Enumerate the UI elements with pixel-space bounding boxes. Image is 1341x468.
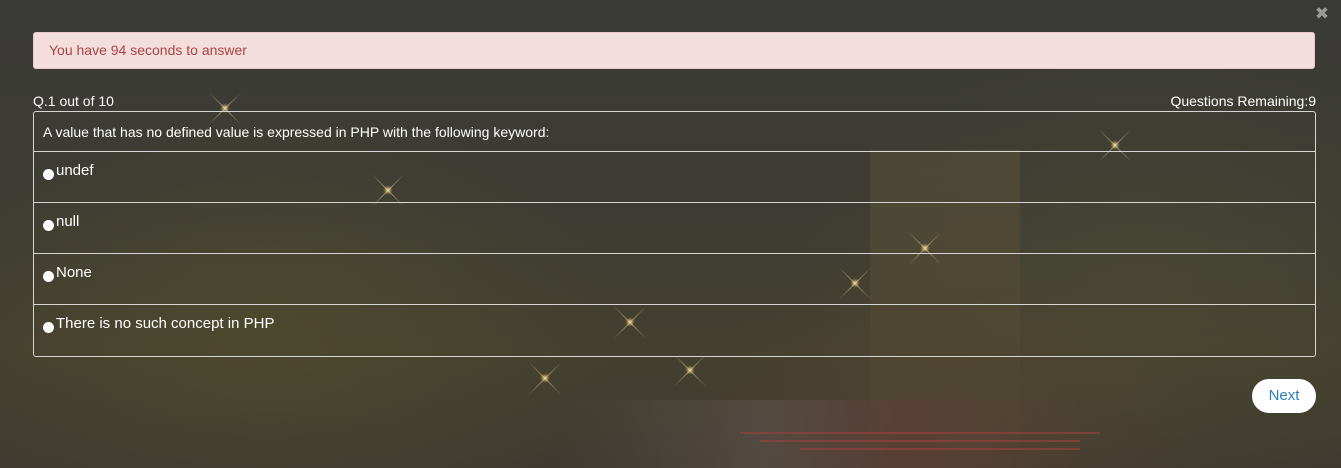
radio-circle-icon[interactable]: [43, 220, 54, 231]
timer-alert: You have 94 seconds to answer: [33, 32, 1315, 69]
question-text: A value that has no defined value is exp…: [34, 112, 1315, 152]
radio-circle-icon[interactable]: [43, 271, 54, 282]
radio-circle-icon[interactable]: [43, 169, 54, 180]
close-icon[interactable]: ✖: [1313, 5, 1331, 23]
answer-option-none[interactable]: None: [34, 254, 1315, 305]
answer-option-no-such-concept[interactable]: There is no such concept in PHP: [34, 305, 1315, 356]
radio-circle-icon[interactable]: [43, 322, 54, 333]
question-counter: Q.1 out of 10: [33, 93, 114, 109]
timer-message: You have 94 seconds to answer: [49, 42, 247, 58]
background-light-trail: [760, 440, 1080, 442]
background-light-trail: [740, 432, 1100, 434]
background-streetlight: [685, 365, 695, 375]
background-road: [560, 400, 1080, 468]
background-streetlight: [540, 373, 550, 383]
question-panel: A value that has no defined value is exp…: [33, 111, 1316, 357]
answer-option-undef[interactable]: undef: [34, 152, 1315, 203]
answer-label: undef: [56, 162, 94, 179]
questions-remaining: Questions Remaining:9: [1170, 93, 1316, 109]
background-light-trail: [800, 448, 1080, 450]
next-button[interactable]: Next: [1252, 379, 1316, 413]
answer-option-null[interactable]: null: [34, 203, 1315, 254]
answer-label: There is no such concept in PHP: [56, 315, 275, 332]
answer-label: None: [56, 264, 92, 281]
answer-label: null: [56, 213, 80, 230]
